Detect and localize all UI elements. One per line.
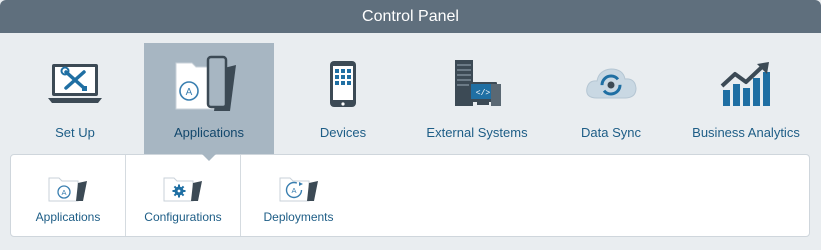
smartphone-icon xyxy=(330,61,356,107)
nav-icon-container: </> xyxy=(412,43,542,113)
nav-label: Set Up xyxy=(55,125,95,140)
sub-icon-container: A xyxy=(48,175,88,203)
deploy-folder-icon: A xyxy=(279,177,318,202)
subnav-item-applications[interactable]: A Applications xyxy=(11,155,126,236)
nav-label: Devices xyxy=(319,125,367,140)
nav-item-external-systems[interactable]: </> External Systems xyxy=(412,43,542,154)
subnav-panel: A Applications Configurations A Deployme… xyxy=(10,154,810,237)
subnav-label: Configurations xyxy=(144,210,222,224)
nav-label: Applications xyxy=(173,125,245,140)
chart-growth-icon xyxy=(720,62,770,106)
sub-icon-container: A xyxy=(279,175,319,203)
server-monitor-icon: </> xyxy=(455,60,501,106)
nav-item-applications[interactable]: A Applications xyxy=(144,43,274,161)
subnav-label: Applications xyxy=(35,210,101,224)
window-title: Control Panel xyxy=(362,7,459,25)
app-folder-icon: A xyxy=(48,177,87,202)
nav-label: Business Analytics xyxy=(692,125,800,140)
nav-label: External Systems xyxy=(426,125,528,140)
laptop-tools-icon xyxy=(48,64,102,103)
main-nav: Set Up A Applications Devices </> Extern… xyxy=(0,33,821,161)
nav-label: Data Sync xyxy=(581,125,641,140)
nav-item-business-analytics[interactable]: Business Analytics xyxy=(680,43,812,154)
svg-text:A: A xyxy=(291,186,296,195)
nav-icon-container xyxy=(546,43,676,113)
svg-text:A: A xyxy=(61,188,66,197)
nav-icon-container xyxy=(278,43,408,113)
control-panel-window: Control Panel Set Up A Applications Devi… xyxy=(0,0,821,250)
nav-icon-container: A xyxy=(144,43,274,113)
folder-phone-icon: A xyxy=(175,55,236,111)
nav-icon-container xyxy=(680,43,812,113)
nav-item-data-sync[interactable]: Data Sync xyxy=(546,43,676,154)
nav-item-devices[interactable]: Devices xyxy=(278,43,408,154)
nav-item-setup[interactable]: Set Up xyxy=(10,43,140,154)
subnav-label: Deployments xyxy=(263,210,334,224)
cloud-sync-icon xyxy=(586,68,637,99)
svg-text:A: A xyxy=(186,87,193,98)
svg-text:</>: </> xyxy=(476,89,491,98)
config-folder-icon xyxy=(163,177,202,202)
nav-icon-container xyxy=(10,43,140,113)
subnav-item-deployments[interactable]: A Deployments xyxy=(241,155,356,236)
sub-icon-container xyxy=(163,175,203,203)
subnav-item-configurations[interactable]: Configurations xyxy=(126,155,241,236)
titlebar: Control Panel xyxy=(0,0,821,33)
